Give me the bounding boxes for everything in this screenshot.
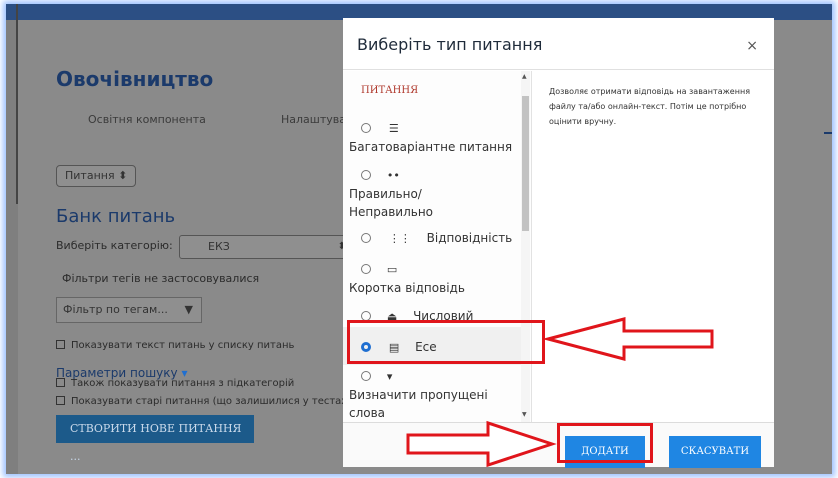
modal-header: Виберіть тип питання × [343,18,774,70]
category-label: Виберіть категорію: [56,239,173,252]
question-type-modal: Виберіть тип питання × ПИТАННЯ ☰ Багатов… [343,18,774,468]
radio-button[interactable] [361,123,371,133]
radio-button[interactable] [361,371,371,381]
question-type-list: ПИТАННЯ ☰ Багатоваріантне питання •• Пра… [343,71,531,422]
radio-button[interactable] [361,233,371,243]
question-type-label: Коротка відповідь [349,281,465,295]
create-question-button[interactable]: СТВОРИТИ НОВЕ ПИТАННЯ ... [56,415,254,463]
tab-education-component[interactable]: Освітня компонента [88,113,206,126]
question-type-truefalse[interactable]: •• Правильно/ Неправильно [343,166,521,221]
question-type-label: Визначити пропущені слова [349,388,488,420]
question-type-label: Багатоваріантне питання [349,140,513,154]
question-type-multichoice[interactable]: ☰ Багатоваріантне питання [343,119,521,156]
category-select[interactable]: ЕКЗ ⬍ [179,235,349,259]
show-text-option[interactable]: Показувати текст питань у списку питань [56,340,294,351]
checkbox[interactable] [56,378,65,387]
select-arrows-icon: ⬍ [118,169,128,182]
questions-select[interactable]: Питання ⬍ [56,165,137,187]
highlight-box-add [557,423,653,463]
question-type-label: Відповідність [426,231,513,245]
grid-icon: ⋮⋮ [388,232,411,245]
dots-icon: •• [386,169,400,182]
scroll-up-icon[interactable]: ▲ [522,73,527,80]
subcategories-option[interactable]: Також показувати питання з підкатегорій [56,378,294,389]
section-heading: ПИТАННЯ [361,85,419,96]
radio-button[interactable] [361,264,371,274]
dropdown-icon: ▾ [386,370,393,383]
tag-filter[interactable]: Фільтр по тегам... ▼ [56,297,202,323]
modal-title: Виберіть тип питання [357,35,543,54]
scroll-down-icon[interactable]: ▼ [522,411,527,418]
question-type-label: Правильно/ Неправильно [349,187,434,219]
tag-filter-placeholder: Фільтр по тегам... [63,303,168,316]
scroll-thumb[interactable] [522,96,529,231]
question-type-gapselect[interactable]: ▾ Визначити пропущені слова [343,367,521,422]
tags-note: Фільтри тегів не застосовувалися [62,272,260,285]
subcategories-label: Також показувати питання з підкатегорій [71,378,295,389]
checkbox[interactable] [56,396,65,405]
divider [531,71,532,422]
questions-select-value: Питання [65,169,115,182]
old-questions-option[interactable]: Показувати старі питання (що залишилися … [56,396,360,407]
question-type-match[interactable]: ⋮⋮ Відповідність [343,229,521,248]
checkbox[interactable] [56,340,65,349]
course-title: Овочівництво [56,67,214,91]
background-line [824,132,832,134]
question-bank-heading: Банк питань [56,206,176,227]
list-scrollbar[interactable]: ▲ ▼ [521,71,530,422]
caret-down-icon: ▼ [184,303,193,316]
red-arrow-left-icon [542,317,714,361]
tab-settings[interactable]: Налаштува [281,113,346,126]
red-arrow-right-icon [406,420,557,468]
close-icon[interactable]: × [746,38,758,54]
question-type-description: Дозволяє отримати відповідь на завантаже… [549,87,751,126]
highlight-box-essay [347,320,545,364]
question-type-shortanswer[interactable]: ▭ Коротка відповідь [343,260,521,297]
list-icon: ☰ [388,122,399,135]
show-text-label: Показувати текст питань у списку питань [71,340,295,351]
radio-button[interactable] [361,170,371,180]
short-answer-icon: ▭ [386,263,398,276]
cancel-button[interactable]: СКАСУВАТИ [669,436,761,468]
old-questions-label: Показувати старі питання (що залишилися … [71,396,360,407]
category-value: ЕКЗ [208,240,230,253]
